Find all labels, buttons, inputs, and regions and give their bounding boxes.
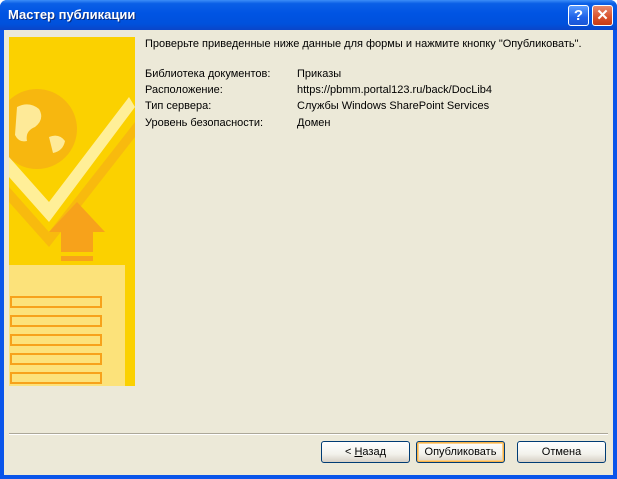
publish-wizard-banner-icon	[9, 37, 135, 386]
back-button[interactable]: < Назад	[321, 441, 410, 463]
info-label: Тип сервера:	[145, 100, 212, 112]
cancel-button[interactable]: Отмена	[517, 441, 606, 463]
info-value: https://pbmm.portal123.ru/back/DocLib4	[297, 84, 493, 96]
info-value: Приказы	[297, 68, 342, 80]
info-label: Расположение:	[145, 84, 223, 96]
dialog-body: Проверьте приведенные ниже данные для фо…	[4, 30, 613, 475]
window-title: Мастер публикации	[8, 7, 136, 22]
help-icon[interactable]: ?	[568, 5, 589, 26]
back-label-rest: азад	[362, 446, 386, 458]
separator	[9, 433, 608, 435]
publish-wizard-window: Мастер публикации ? ✕ Проверьте приведен…	[0, 0, 617, 479]
instruction-text: Проверьте приведенные ниже данные для фо…	[145, 38, 582, 50]
info-label: Библиотека документов:	[145, 68, 271, 80]
info-value: Домен	[297, 117, 331, 129]
banner-illustration	[9, 37, 135, 386]
close-icon[interactable]: ✕	[592, 5, 613, 26]
publish-button[interactable]: Опубликовать	[416, 441, 505, 463]
title-bar[interactable]: Мастер публикации ? ✕	[0, 0, 617, 30]
info-value: Службы Windows SharePoint Services	[297, 100, 490, 112]
info-label: Уровень безопасности:	[145, 117, 264, 129]
